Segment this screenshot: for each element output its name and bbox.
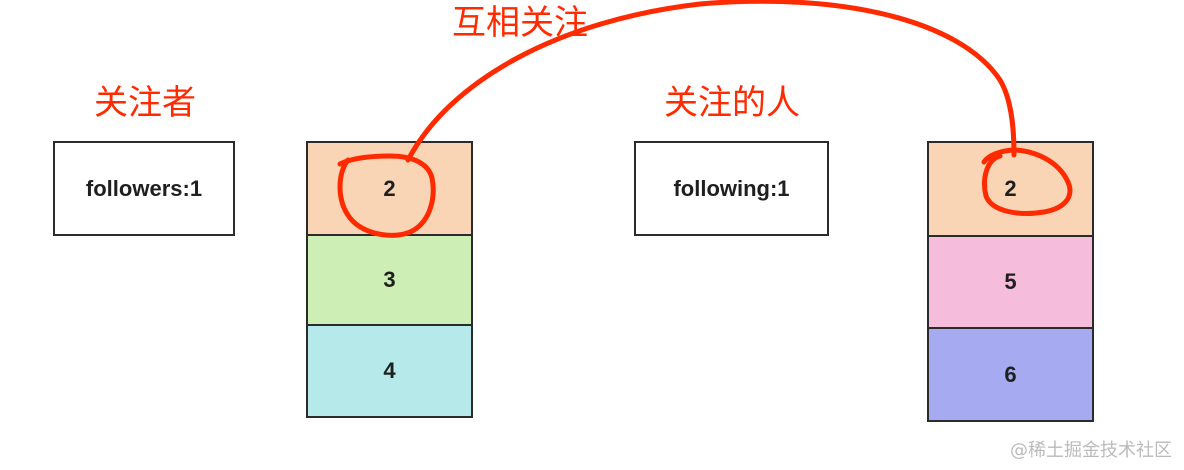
followers-member-4: 4 <box>306 324 473 418</box>
followers-member-3: 3 <box>306 234 473 326</box>
watermark: @稀土掘金技术社区 <box>1010 440 1172 461</box>
following-member-6: 6 <box>927 327 1094 422</box>
followers-key-box: followers:1 <box>53 141 235 236</box>
mutual-follow-label: 互相关注 <box>452 3 588 43</box>
following-title: 关注的人 <box>664 83 800 123</box>
followers-set: 2 3 4 <box>306 141 473 418</box>
followers-member-2: 2 <box>306 141 473 236</box>
following-member-5: 5 <box>927 235 1094 329</box>
following-member-2: 2 <box>927 141 1094 237</box>
followers-title: 关注者 <box>94 83 196 123</box>
following-set: 2 5 6 <box>927 141 1094 422</box>
following-key-box: following:1 <box>634 141 829 236</box>
